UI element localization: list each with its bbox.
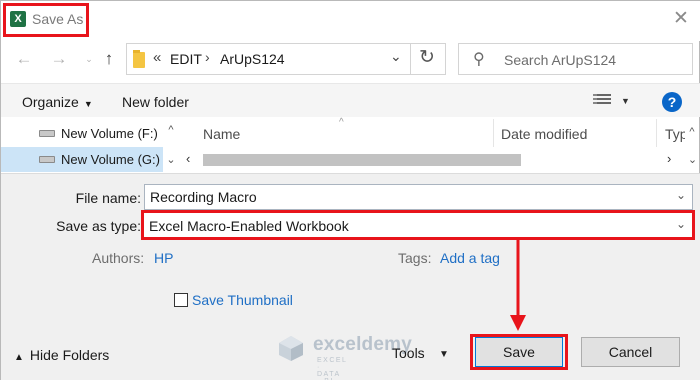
chevron-down-icon[interactable]: ⌄ — [676, 188, 686, 202]
drive-icon — [39, 130, 55, 137]
hide-folders-button[interactable]: ▲ Hide Folders — [14, 347, 109, 363]
forward-arrow-icon[interactable]: → — [47, 47, 71, 71]
address-divider — [410, 44, 411, 74]
column-divider[interactable] — [493, 119, 494, 147]
horizontal-scrollbar[interactable]: ‹ › — [181, 151, 686, 169]
up-arrow-icon[interactable]: ↑ — [97, 47, 121, 71]
nav-item-label: New Volume (F:) — [61, 126, 158, 141]
drive-icon — [39, 156, 55, 163]
organize-button[interactable]: Organize ▼ — [22, 94, 93, 110]
search-box[interactable]: ⚲ Search ArUpS124 — [458, 43, 693, 75]
cancel-button[interactable]: Cancel — [581, 337, 680, 367]
column-header-type[interactable]: Typ — [665, 126, 685, 142]
column-header-name[interactable]: Name — [203, 126, 240, 142]
hide-folders-label: Hide Folders — [29, 347, 110, 363]
address-bar[interactable]: « EDIT › ArUpS124 ⌄ ↻ — [126, 43, 446, 75]
title-highlight-box — [3, 3, 89, 37]
exceldemy-logo-icon — [279, 336, 303, 361]
chevron-down-icon[interactable]: ⌄ — [676, 217, 686, 231]
save-button[interactable]: Save — [475, 337, 563, 367]
caret-down-icon: ▼ — [83, 99, 93, 109]
address-dropdown-icon[interactable]: ⌄ — [390, 48, 402, 65]
nav-item-volume-f[interactable]: New Volume (F:) — [1, 121, 163, 146]
save-highlight-box: Save — [470, 334, 568, 370]
column-divider[interactable] — [656, 119, 657, 147]
scroll-up-icon[interactable]: ^ — [163, 121, 179, 139]
view-options-icon[interactable] — [593, 94, 611, 108]
breadcrumb-current[interactable]: ArUpS124 — [220, 51, 285, 67]
scroll-right-icon[interactable]: › — [667, 151, 671, 166]
command-toolbar: Organize ▼ New folder ▼ ? — [1, 83, 700, 117]
help-icon[interactable]: ? — [662, 92, 682, 112]
title-bar: X Save As ✕ — [1, 1, 700, 41]
folder-icon — [133, 50, 145, 68]
refresh-icon[interactable]: ↻ — [419, 46, 435, 69]
close-icon[interactable]: ✕ — [669, 7, 693, 31]
breadcrumb-edit[interactable]: EDIT — [170, 51, 202, 67]
nav-item-label: New Volume (G:) — [61, 152, 160, 167]
authors-value[interactable]: HP — [154, 250, 173, 266]
sort-ascending-icon: ^ — [339, 117, 344, 128]
view-caret-icon[interactable]: ▼ — [621, 96, 630, 106]
save-thumbnail-label[interactable]: Save Thumbnail — [192, 292, 293, 308]
navigation-pane: New Volume (F:) New Volume (G:) ^ ⌄ — [1, 119, 181, 173]
authors-label: Authors: — [92, 250, 145, 266]
watermark-tagline: EXCEL · DATA · BI — [317, 357, 348, 380]
back-arrow-icon[interactable]: ← — [12, 47, 36, 71]
nav-scrollbar[interactable]: ^ ⌄ — [163, 119, 179, 173]
scroll-down-icon[interactable]: ⌄ — [163, 151, 179, 169]
column-header-date-modified[interactable]: Date modified — [501, 126, 587, 142]
file-list: ^ Name Date modified Typ ^ ‹ › ⌄ — [181, 117, 700, 173]
save-as-dialog: X Save As ✕ ← → ⌄ ↑ « EDIT › ArUpS124 ⌄ … — [0, 0, 700, 380]
hscroll-thumb[interactable] — [203, 154, 521, 166]
save-type-value: Excel Macro-Enabled Workbook — [149, 218, 349, 234]
new-folder-button[interactable]: New folder — [122, 94, 189, 110]
file-name-label: File name: — [75, 190, 141, 206]
scroll-down-icon[interactable]: ⌄ — [684, 153, 700, 166]
search-placeholder: Search ArUpS124 — [504, 52, 617, 68]
annotation-arrow — [510, 239, 526, 331]
list-vscroll[interactable]: ^ — [684, 119, 700, 147]
scroll-left-icon[interactable]: ‹ — [186, 151, 190, 166]
tools-button[interactable]: Tools — [392, 345, 425, 361]
search-icon: ⚲ — [473, 51, 485, 68]
file-name-value: Recording Macro — [150, 189, 257, 205]
tags-value[interactable]: Add a tag — [440, 250, 500, 266]
caret-up-icon: ▲ — [14, 352, 24, 363]
file-name-input[interactable]: Recording Macro ⌄ — [144, 184, 693, 210]
tags-label: Tags: — [398, 250, 432, 266]
save-thumbnail-checkbox[interactable] — [174, 293, 188, 307]
scroll-up-icon[interactable]: ^ — [684, 123, 700, 141]
organize-label: Organize — [22, 94, 79, 110]
breadcrumb-chevron-icon[interactable]: › — [205, 49, 210, 65]
nav-item-volume-g[interactable]: New Volume (G:) — [1, 147, 163, 172]
save-type-select[interactable]: Excel Macro-Enabled Workbook ⌄ — [141, 210, 695, 240]
address-overflow[interactable]: « — [153, 49, 161, 66]
save-type-label: Save as type: — [56, 218, 141, 234]
tools-caret-icon[interactable]: ▼ — [439, 349, 449, 360]
